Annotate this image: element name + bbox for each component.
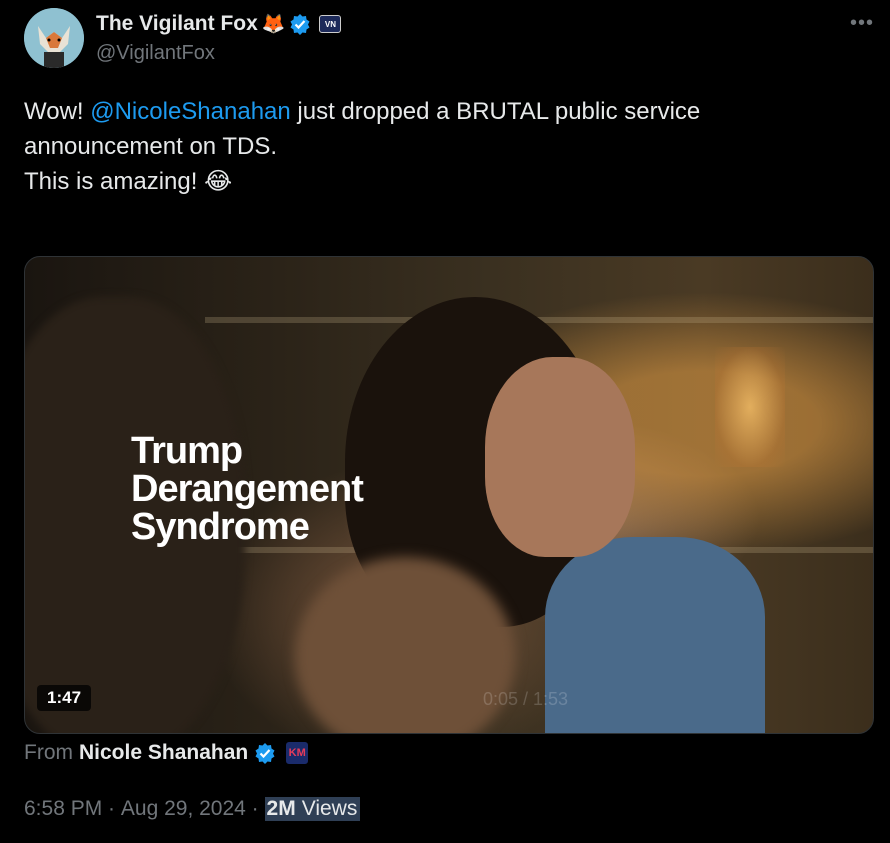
meta-separator: · [102,797,121,820]
views-label: Views [297,797,361,821]
tweet-line-3: This is amazing! 😂 [24,168,233,195]
author-name-row: The Vigilant Fox 🦊 VN [96,12,342,36]
affiliate-badge-icon[interactable]: KM [286,742,309,764]
views-count[interactable]: 2M [264,797,298,821]
author-handle[interactable]: @VigilantFox [96,42,215,65]
meta-separator: · [245,797,265,820]
fox-emoji-icon: 🦊 [261,13,286,35]
video-duration-badge: 1:47 [37,685,92,711]
author-display-name[interactable]: The Vigilant Fox [96,12,258,36]
tweet-date[interactable]: Aug 29, 2024 [121,797,246,821]
source-author-name[interactable]: Nicole Shanahan [79,741,248,765]
video-ghost-timestamp: 0:05 / 1:53 [483,689,569,709]
affiliate-badge-icon[interactable]: VN [319,15,342,33]
tweet-time[interactable]: 6:58 PM [24,797,102,821]
mention-link[interactable]: @NicoleShanahan [90,98,291,125]
tweet-meta-row: 6:58 PM · Aug 29, 2024 · 2M Views [24,797,361,821]
tweet-line-2: announcement on TDS. [24,133,278,160]
verified-badge-icon[interactable] [289,13,311,35]
author-avatar[interactable] [24,8,84,68]
video-player[interactable]: Trump Derangement Syndrome 0:05 / 1:53 1… [24,256,874,734]
tweet-header: The Vigilant Fox 🦊 VN @VigilantFox ••• [24,8,874,72]
laughing-emoji-icon: 😂 [204,168,233,195]
verified-badge-icon[interactable] [254,742,276,764]
video-source-row: From Nicole Shanahan KM [24,741,309,765]
background-lamp [715,347,785,467]
from-label: From [24,741,73,764]
video-figure-woman-face [485,357,635,557]
video-figure-woman-shirt [545,537,765,733]
tweet-text: Wow! @NicoleShanahan just dropped a BRUT… [24,94,854,199]
more-horizontal-icon[interactable]: ••• [850,12,874,35]
tweet-line-1: Wow! @NicoleShanahan just dropped a BRUT… [24,98,701,125]
video-overlay-title: Trump Derangement Syndrome [131,430,364,548]
